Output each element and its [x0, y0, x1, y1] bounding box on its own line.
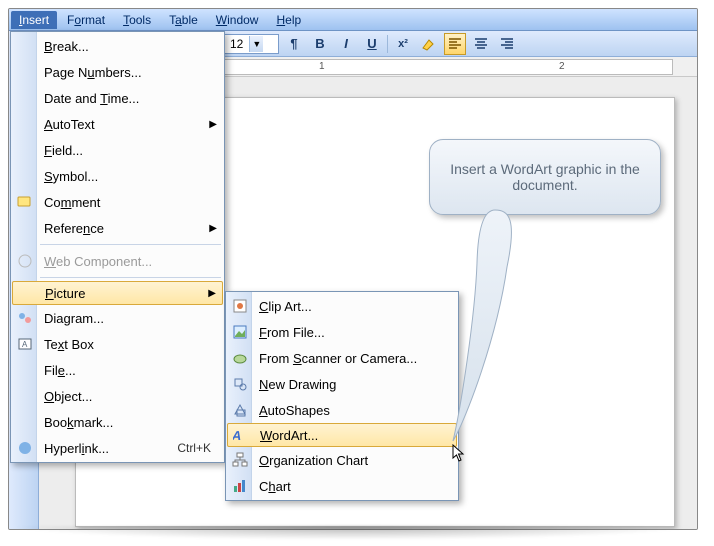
- submenu-arrow-icon: ▶: [209, 119, 217, 130]
- menubar: Insert Format Tools Table Window Help: [9, 9, 697, 31]
- label: Object...: [44, 389, 92, 404]
- font-size-combo[interactable]: 12 ▼: [223, 34, 279, 54]
- mi-diagram[interactable]: Diagram...: [12, 305, 223, 331]
- label: Comment: [44, 195, 100, 210]
- highlight-button[interactable]: [418, 33, 440, 55]
- submenu-arrow-icon: ▶: [208, 288, 216, 299]
- mi-org-chart[interactable]: Organization Chart: [227, 447, 457, 473]
- label: Hyperlink...: [44, 441, 109, 456]
- label: From File...: [259, 325, 325, 340]
- scanner-icon: [231, 349, 249, 367]
- label: Picture: [45, 286, 85, 301]
- comment-icon: [16, 193, 34, 211]
- textbox-icon: A: [16, 335, 34, 353]
- mi-from-scanner[interactable]: From Scanner or Camera...: [227, 345, 457, 371]
- label: From Scanner or Camera...: [259, 351, 417, 366]
- underline-button[interactable]: U: [361, 33, 383, 55]
- label: Organization Chart: [259, 453, 368, 468]
- orgchart-icon: [231, 451, 249, 469]
- mi-comment[interactable]: Comment: [12, 189, 223, 215]
- mi-autotext[interactable]: AutoText ▶: [12, 111, 223, 137]
- menu-table[interactable]: Table: [161, 11, 206, 29]
- diagram-icon: [16, 309, 34, 327]
- label: AutoText: [44, 117, 95, 132]
- label: Date and Time...: [44, 91, 139, 106]
- align-left-icon: [447, 36, 463, 52]
- label: WordArt...: [260, 428, 318, 443]
- label: Chart: [259, 479, 291, 494]
- label: Bookmark...: [44, 415, 113, 430]
- label: Reference: [44, 221, 104, 236]
- highlight-icon: [421, 36, 437, 52]
- label: Web Component...: [44, 254, 152, 269]
- menu-window[interactable]: Window: [208, 11, 267, 29]
- mi-object[interactable]: Object...: [12, 383, 223, 409]
- align-right-button[interactable]: [496, 33, 518, 55]
- decorative-shadow: [8, 526, 698, 540]
- ruler-tick: 2: [559, 61, 565, 72]
- dropdown-arrow-icon: ▼: [249, 36, 263, 52]
- label: Diagram...: [44, 311, 104, 326]
- label: Page Numbers...: [44, 65, 142, 80]
- mi-hyperlink[interactable]: Hyperlink... Ctrl+K: [12, 435, 223, 461]
- superscript-button[interactable]: x²: [392, 33, 414, 55]
- mi-from-file[interactable]: From File...: [227, 319, 457, 345]
- chart-icon: [231, 477, 249, 495]
- hyperlink-icon: [16, 439, 34, 457]
- label: Text Box: [44, 337, 94, 352]
- mi-page-numbers[interactable]: Page Numbers...: [12, 59, 223, 85]
- mi-new-drawing[interactable]: New Drawing: [227, 371, 457, 397]
- mi-clip-art[interactable]: Clip Art...: [227, 293, 457, 319]
- tooltip-callout: Insert a WordArt graphic in the document…: [429, 139, 661, 215]
- align-left-button[interactable]: [444, 33, 466, 55]
- drawing-icon: [231, 375, 249, 393]
- mi-web-component: Web Component...: [12, 248, 223, 274]
- mi-field[interactable]: Field...: [12, 137, 223, 163]
- label: New Drawing: [259, 377, 336, 392]
- mi-bookmark[interactable]: Bookmark...: [12, 409, 223, 435]
- image-file-icon: [231, 323, 249, 341]
- app-frame: Insert Format Tools Table Window Help ma…: [8, 8, 698, 530]
- font-size-value: 12: [230, 37, 243, 51]
- mi-symbol[interactable]: Symbol...: [12, 163, 223, 189]
- align-center-icon: [473, 36, 489, 52]
- mi-file[interactable]: File...: [12, 357, 223, 383]
- mi-text-box[interactable]: A Text Box: [12, 331, 223, 357]
- mi-break[interactable]: Break...: [12, 33, 223, 59]
- submenu-arrow-icon: ▶: [209, 223, 217, 234]
- label: Field...: [44, 143, 83, 158]
- ruler-tick: 1: [319, 61, 325, 72]
- mi-date-time[interactable]: Date and Time...: [12, 85, 223, 111]
- mi-wordart[interactable]: A WordArt...: [227, 423, 457, 447]
- svg-text:A: A: [233, 428, 244, 443]
- mi-picture[interactable]: Picture ▶: [12, 281, 223, 305]
- shortcut: Ctrl+K: [177, 441, 211, 455]
- mi-chart[interactable]: Chart: [227, 473, 457, 499]
- label: Clip Art...: [259, 299, 312, 314]
- menu-format[interactable]: Format: [59, 11, 113, 29]
- tooltip-text: Insert a WordArt graphic in the document…: [446, 161, 644, 193]
- italic-button[interactable]: I: [335, 33, 357, 55]
- wordart-icon: A: [232, 426, 250, 444]
- mi-autoshapes[interactable]: AutoShapes: [227, 397, 457, 423]
- svg-text:A: A: [22, 340, 28, 349]
- mi-reference[interactable]: Reference ▶: [12, 215, 223, 241]
- callout-tail: [447, 207, 527, 447]
- web-icon: [16, 252, 34, 270]
- menu-tools[interactable]: Tools: [115, 11, 159, 29]
- menu-help[interactable]: Help: [268, 11, 309, 29]
- menu-insert[interactable]: Insert: [11, 11, 57, 29]
- bold-button[interactable]: B: [309, 33, 331, 55]
- label: Break...: [44, 39, 89, 54]
- autoshapes-icon: [231, 401, 249, 419]
- picture-submenu: Clip Art... From File... From Scanner or…: [225, 291, 459, 501]
- show-formatting-button[interactable]: ¶: [283, 33, 305, 55]
- label: File...: [44, 363, 76, 378]
- label: Symbol...: [44, 169, 98, 184]
- align-right-icon: [499, 36, 515, 52]
- insert-dropdown: Break... Page Numbers... Date and Time..…: [10, 31, 225, 463]
- clipart-icon: [231, 297, 249, 315]
- label: AutoShapes: [259, 403, 330, 418]
- align-center-button[interactable]: [470, 33, 492, 55]
